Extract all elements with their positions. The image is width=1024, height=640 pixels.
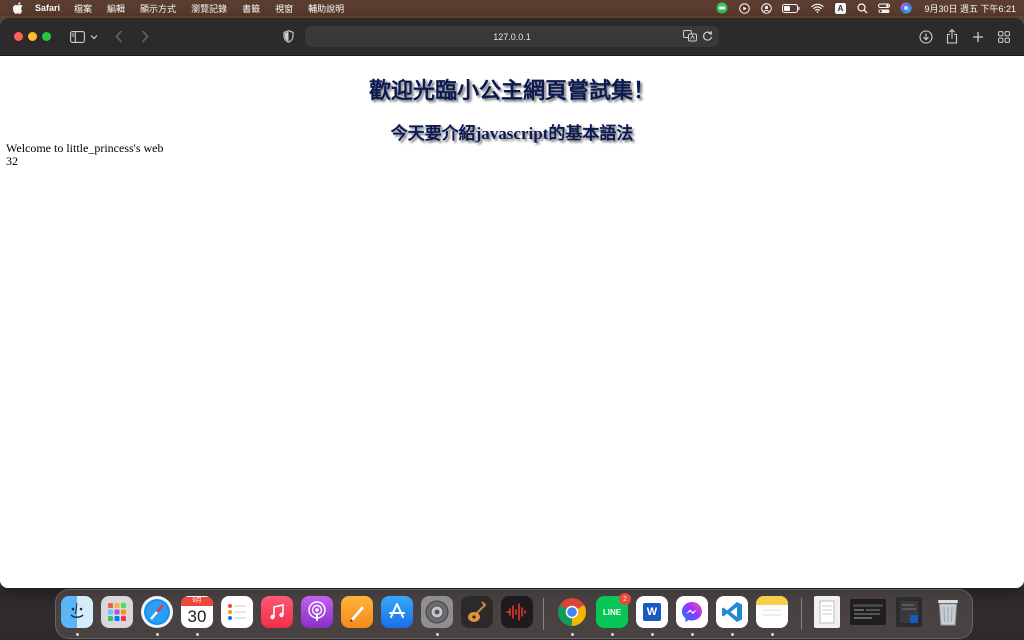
messenger-icon[interactable]: [676, 596, 708, 628]
chevron-down-icon[interactable]: [89, 28, 99, 45]
podcasts-icon[interactable]: [301, 596, 333, 628]
messenger-running-dot: [691, 633, 694, 636]
vscode-running-dot: [731, 633, 734, 636]
address-bar[interactable]: 127.0.0.1: [305, 26, 719, 47]
app-store-icon[interactable]: [381, 596, 413, 628]
tab-overview-icon[interactable]: [996, 28, 1012, 45]
system-preferences-icon[interactable]: [421, 596, 453, 628]
input-method-icon[interactable]: A: [834, 2, 846, 14]
line-app-icon[interactable]: LINE 2: [596, 593, 631, 628]
play-status-icon[interactable]: [738, 2, 750, 14]
back-button-icon[interactable]: [113, 28, 125, 45]
welcome-text: Welcome to little_princess's web: [6, 141, 164, 155]
reload-icon[interactable]: [702, 30, 713, 44]
menu-help[interactable]: 輔助說明: [308, 2, 344, 15]
minimize-window-button[interactable]: [28, 32, 37, 41]
browser-toolbar: 127.0.0.1: [0, 18, 1024, 56]
control-center-icon[interactable]: [878, 2, 891, 14]
menu-file[interactable]: 檔案: [74, 2, 92, 15]
trash-icon[interactable]: [932, 596, 964, 628]
pages-icon[interactable]: [341, 596, 373, 628]
fullscreen-window-button[interactable]: [42, 32, 51, 41]
notes-icon[interactable]: [756, 596, 788, 628]
web-page-content: 歡迎光臨小公主網頁嘗試集！ 今天要介紹javascript的基本語法 Welco…: [0, 56, 1024, 588]
line-app-label: LINE: [602, 607, 622, 617]
calendar-month: 9月: [181, 596, 213, 606]
page-heading: 歡迎光臨小公主網頁嘗試集！: [368, 78, 655, 103]
reminders-icon[interactable]: [221, 596, 253, 628]
downloads-icon[interactable]: [918, 28, 934, 45]
line-notification-badge: 2: [619, 593, 631, 605]
menubar-clock[interactable]: 9月30日 週五 下午6:21: [924, 2, 1016, 15]
new-tab-plus-icon[interactable]: [970, 28, 986, 45]
safari-window: 127.0.0.1 歡迎光臨小公主網頁嘗試集！ 今天要介紹javascript的…: [0, 18, 1024, 588]
privacy-shield-icon[interactable]: [281, 28, 295, 45]
menu-app-name[interactable]: Safari: [35, 3, 60, 13]
line-running-dot: [611, 633, 614, 636]
vscode-icon[interactable]: [716, 596, 748, 628]
word-icon[interactable]: W: [636, 596, 668, 628]
address-bar-url: 127.0.0.1: [493, 31, 531, 42]
calendar-day: 30: [187, 606, 207, 626]
battery-icon[interactable]: [782, 2, 800, 14]
dock: 9月 30 LINE 2 W: [55, 589, 973, 639]
chrome-running-dot: [571, 633, 574, 636]
apple-menu-icon[interactable]: [13, 2, 25, 14]
number-output: 32: [6, 154, 18, 168]
finder-running-dot: [76, 633, 79, 636]
menu-edit[interactable]: 編輯: [107, 2, 125, 15]
word-icon-letter: W: [643, 603, 661, 621]
word-running-dot: [651, 633, 654, 636]
menu-history[interactable]: 瀏覽記錄: [191, 2, 227, 15]
menu-view[interactable]: 顯示方式: [140, 2, 176, 15]
menu-bookmarks[interactable]: 書籤: [242, 2, 260, 15]
launchpad-icon[interactable]: [101, 596, 133, 628]
voice-memos-icon[interactable]: [501, 596, 533, 628]
close-window-button[interactable]: [14, 32, 23, 41]
minimized-window-thumbnail[interactable]: [850, 599, 886, 625]
dock-separator: [543, 598, 544, 630]
notes-header: [756, 596, 788, 605]
menu-bar: Safari 檔案 編輯 顯示方式 瀏覽記錄 書籤 視窗 輔助說明 A 9月30…: [0, 0, 1024, 16]
finder-icon[interactable]: [61, 596, 93, 628]
dock-separator: [801, 598, 802, 630]
spotlight-search-icon[interactable]: [856, 2, 868, 14]
siri-icon[interactable]: [900, 2, 912, 14]
forward-button-icon[interactable]: [139, 28, 151, 45]
wifi-icon[interactable]: [810, 2, 824, 14]
garageband-icon[interactable]: [461, 596, 493, 628]
calendar-running-dot: [196, 633, 199, 636]
document-stack-icon[interactable]: [814, 596, 840, 628]
music-icon[interactable]: [261, 596, 293, 628]
share-icon[interactable]: [944, 28, 960, 45]
safari-dock-icon[interactable]: [141, 596, 173, 628]
notes-running-dot: [771, 633, 774, 636]
safari-running-dot: [156, 633, 159, 636]
calendar-icon[interactable]: 9月 30: [181, 596, 213, 628]
user-status-icon[interactable]: [760, 2, 772, 14]
sidebar-toggle-icon[interactable]: [68, 28, 86, 45]
translate-icon[interactable]: [683, 30, 697, 44]
system-preferences-running-dot: [436, 633, 439, 636]
menu-window[interactable]: 視窗: [275, 2, 293, 15]
minimized-word-window[interactable]: [896, 597, 922, 627]
chrome-icon[interactable]: [556, 596, 588, 628]
line-status-icon[interactable]: [716, 2, 728, 14]
